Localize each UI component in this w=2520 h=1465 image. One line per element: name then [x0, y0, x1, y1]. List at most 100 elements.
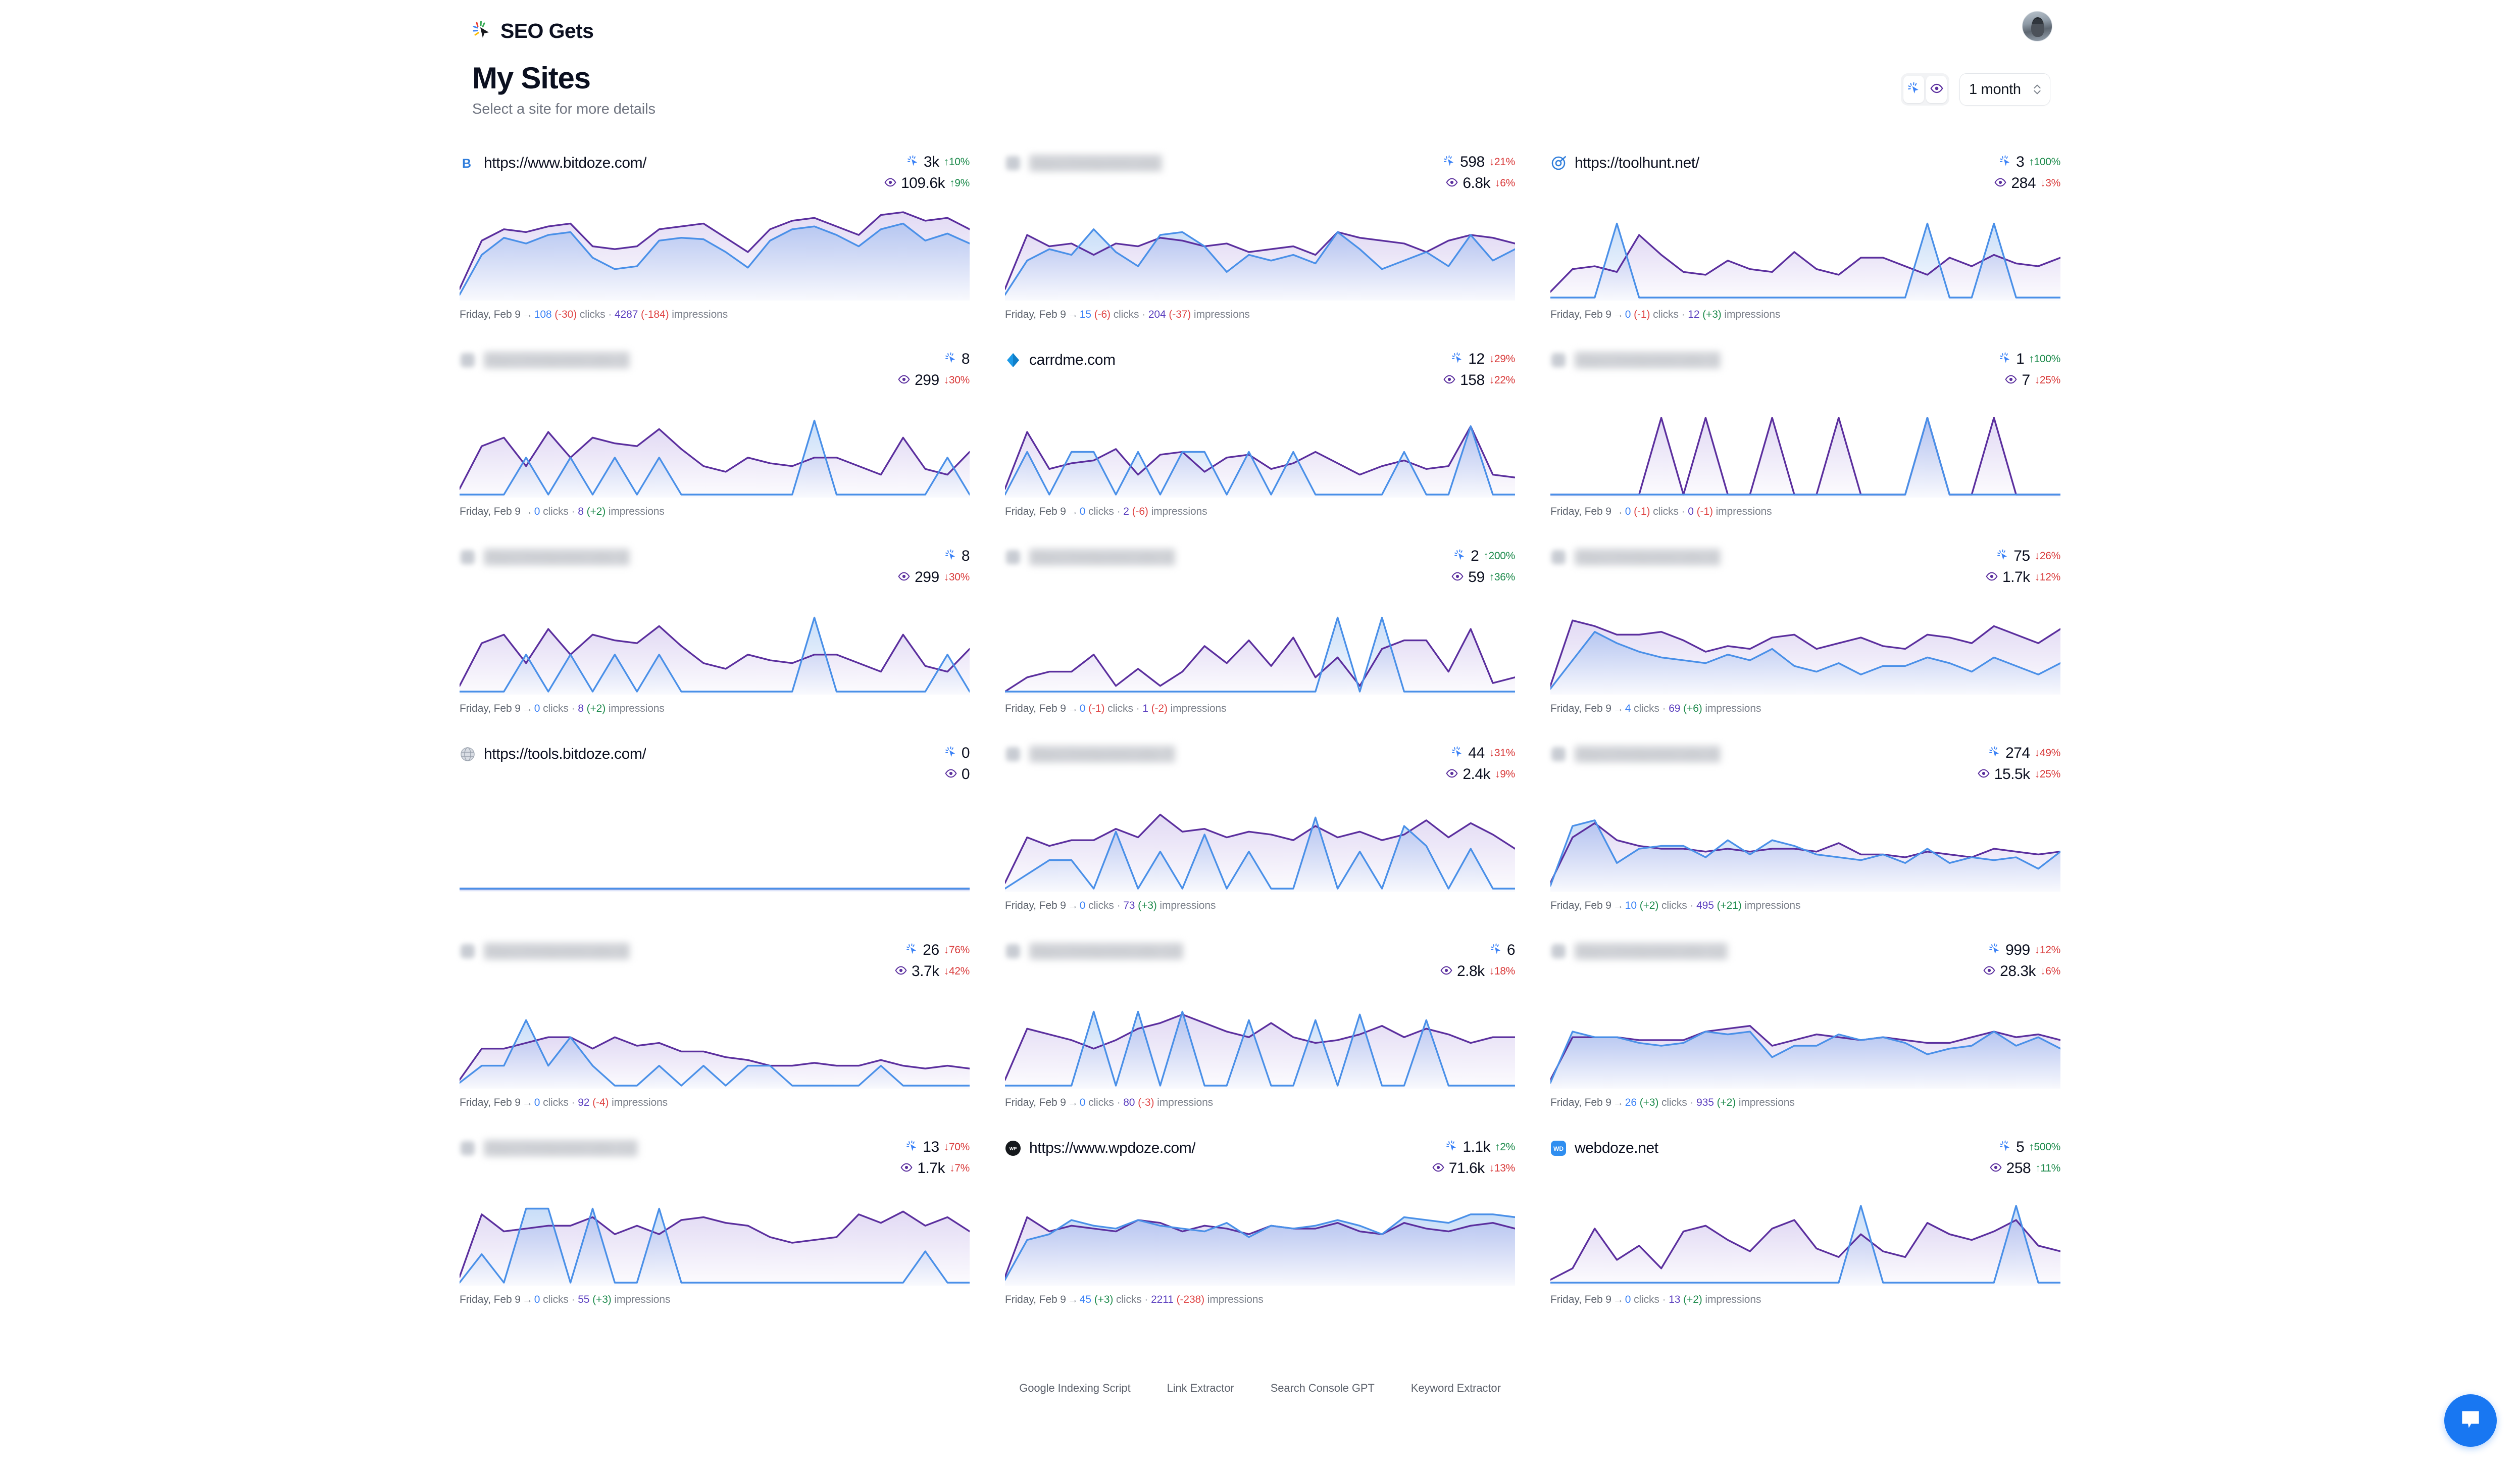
site-card[interactable]: https://redacted-site-4/8299↓30% Friday,… — [460, 546, 970, 743]
eye-icon — [1986, 570, 1998, 585]
page-subtitle: Select a site for more details — [472, 101, 656, 118]
site-card[interactable]: https://redacted-site-11/999↓12%28.3k↓6%… — [1550, 940, 2060, 1137]
sparkline-chart — [460, 601, 970, 695]
cursor-click-icon — [945, 549, 957, 564]
site-card[interactable]: https://redacted-site-12/13↓70%1.7k↓7% F… — [460, 1137, 970, 1334]
site-card[interactable]: https://toolhunt.net/3↑100%284↓3% Friday… — [1550, 152, 2060, 349]
site-identity[interactable]: https://redacted-site-7/ — [1005, 743, 1175, 763]
impressions-metric: 3.7k↓42% — [895, 963, 970, 980]
site-identity[interactable]: https://redacted-site-4/ — [460, 546, 630, 566]
card-header: https://toolhunt.net/3↑100%284↓3% — [1550, 152, 2060, 207]
footer-link[interactable]: Google Indexing Script — [1019, 1382, 1130, 1395]
site-card[interactable]: carrdme.com12↓29%158↓22% Friday, Feb 9→0… — [1005, 349, 1515, 546]
site-card[interactable]: https://redacted-site-9/26↓76%3.7k↓42% F… — [460, 940, 970, 1137]
delta-value: (+2) — [1683, 1294, 1702, 1305]
clicks-toggle-button[interactable] — [1903, 76, 1924, 103]
site-identity[interactable]: https://redacted-site-9/ — [460, 940, 630, 960]
footer-date: Friday, Feb 9 — [1005, 703, 1066, 714]
footer-link[interactable]: Link Extractor — [1167, 1382, 1234, 1395]
separator-dot: · — [572, 1097, 575, 1108]
footer-clicks-value: 4 — [1625, 703, 1631, 714]
footer-clicks-value: 0 — [1080, 703, 1086, 714]
card-metrics: 1.1k↑2%71.6k↓13% — [1432, 1137, 1515, 1177]
arrow-right-icon: → — [1611, 703, 1625, 714]
impressions-metric: 258↑11% — [1990, 1160, 2060, 1177]
cursor-click-icon — [1451, 352, 1464, 367]
site-identity[interactable]: https://redacted-site-12/ — [460, 1137, 638, 1157]
site-card[interactable]: https://redacted-site/598↓21%6.8k↓6% Fri… — [1005, 152, 1515, 349]
arrow-right-icon: → — [1066, 309, 1080, 320]
site-card[interactable]: WPhttps://www.wpdoze.com/1.1k↑2%71.6k↓13… — [1005, 1137, 1515, 1334]
site-url: https://toolhunt.net/ — [1575, 155, 1699, 172]
generic-favicon — [1550, 549, 1567, 565]
site-card[interactable]: https://redacted-site-5/2↑200%59↑36% Fri… — [1005, 546, 1515, 743]
site-identity[interactable]: https://tools.bitdoze.com/ — [460, 743, 646, 763]
arrow-right-icon: → — [1066, 900, 1080, 911]
impressions-metric: 28.3k↓6% — [1983, 963, 2060, 980]
period-select[interactable]: 1 month — [1959, 73, 2050, 106]
delta-value: (-6) — [1094, 309, 1111, 320]
impressions-value: 258 — [2006, 1160, 2031, 1177]
eye-icon — [1994, 176, 2006, 191]
impressions-metric: 284↓3% — [1994, 175, 2060, 192]
site-card[interactable]: https://redacted-site-7/44↓31%2.4k↓9% Fr… — [1005, 743, 1515, 940]
card-metrics: 999↓12%28.3k↓6% — [1983, 940, 2060, 980]
metric-toggle-group[interactable] — [1901, 73, 1949, 106]
site-identity[interactable]: WDwebdoze.net — [1550, 1137, 1658, 1157]
impressions-metric: 15.5k↓25% — [1978, 766, 2060, 783]
site-identity[interactable]: https://redacted-site-6/ — [1550, 546, 1721, 566]
site-identity[interactable]: https://redacted-site-11/ — [1550, 940, 1728, 960]
site-card[interactable]: https://redacted-site-10/62.8k↓18% Frida… — [1005, 940, 1515, 1137]
arrow-right-icon: → — [1066, 1097, 1080, 1108]
footer-date: Friday, Feb 9 — [1005, 309, 1066, 320]
impressions-delta: ↓12% — [2035, 571, 2060, 583]
site-card[interactable]: WDwebdoze.net5↑500%258↑11% Friday, Feb 9… — [1550, 1137, 2060, 1334]
footer-clicks-value: 0 — [534, 703, 540, 714]
page-title: My Sites — [472, 61, 590, 95]
footer-impressions-value: 92 — [578, 1097, 589, 1108]
site-identity[interactable]: https://redacted-site/ — [1005, 152, 1162, 172]
cursor-click-icon — [1446, 1140, 1458, 1155]
site-card[interactable]: https://tools.bitdoze.com/0 0 — [460, 743, 970, 940]
site-card[interactable]: https://redacted-site-3/1↑100%7↓25% Frid… — [1550, 349, 2060, 546]
arrow-right-icon: → — [1611, 900, 1625, 911]
site-identity[interactable]: carrdme.com — [1005, 349, 1116, 369]
arrow-right-icon: → — [521, 309, 534, 320]
eye-icon — [1930, 82, 1943, 97]
clicks-metric: 0 — [945, 745, 970, 762]
footer-link[interactable]: Search Console GPT — [1271, 1382, 1375, 1395]
globe-favicon — [460, 746, 476, 762]
brand-logo-link[interactable]: SEO Gets — [472, 19, 593, 43]
footer-impressions-value: 55 — [578, 1294, 589, 1305]
card-chart — [460, 601, 970, 695]
delta-value: (+3) — [1640, 1097, 1659, 1108]
site-identity[interactable]: https://redacted-site-10/ — [1005, 940, 1183, 960]
chat-bubble-button[interactable] — [2444, 1394, 2497, 1447]
footer-bottom-bar: © 2024 Sumbit Labs Ltd. All rights reser… — [0, 1425, 2520, 1455]
card-chart — [1550, 798, 2060, 892]
site-card[interactable]: https://redacted-site-2/8299↓30% Friday,… — [460, 349, 970, 546]
impressions-toggle-button[interactable] — [1926, 76, 1947, 103]
footer-link[interactable]: Keyword Extractor — [1411, 1382, 1501, 1395]
site-identity[interactable]: https://redacted-site-5/ — [1005, 546, 1175, 566]
footer-clicks-value: 0 — [1625, 1294, 1631, 1305]
site-identity[interactable]: https://redacted-site-8/ — [1550, 743, 1721, 763]
user-avatar[interactable] — [2022, 11, 2052, 41]
impressions-delta: ↓9% — [1495, 768, 1515, 780]
site-identity[interactable]: https://redacted-site-2/ — [460, 349, 630, 369]
site-card[interactable]: https://redacted-site-6/75↓26%1.7k↓12% F… — [1550, 546, 2060, 743]
impressions-metric: 0 — [945, 766, 970, 783]
card-footer — [460, 892, 970, 912]
site-identity[interactable]: Bhttps://www.bitdoze.com/ — [460, 152, 646, 172]
site-url: https://redacted-site-8/ — [1575, 746, 1721, 763]
site-card[interactable]: Bhttps://www.bitdoze.com/3k↑10%109.6k↑9%… — [460, 152, 970, 349]
site-identity[interactable]: WPhttps://www.wpdoze.com/ — [1005, 1137, 1195, 1157]
sites-grid: Bhttps://www.bitdoze.com/3k↑10%109.6k↑9%… — [460, 152, 2071, 1334]
impressions-value: 6.8k — [1463, 175, 1490, 192]
impressions-delta: ↓7% — [949, 1162, 970, 1175]
site-card[interactable]: https://redacted-site-8/274↓49%15.5k↓25%… — [1550, 743, 2060, 940]
site-identity[interactable]: https://toolhunt.net/ — [1550, 152, 1699, 172]
delta-value: (+2) — [587, 703, 606, 714]
impressions-delta: ↓30% — [944, 374, 970, 386]
site-identity[interactable]: https://redacted-site-3/ — [1550, 349, 1721, 369]
